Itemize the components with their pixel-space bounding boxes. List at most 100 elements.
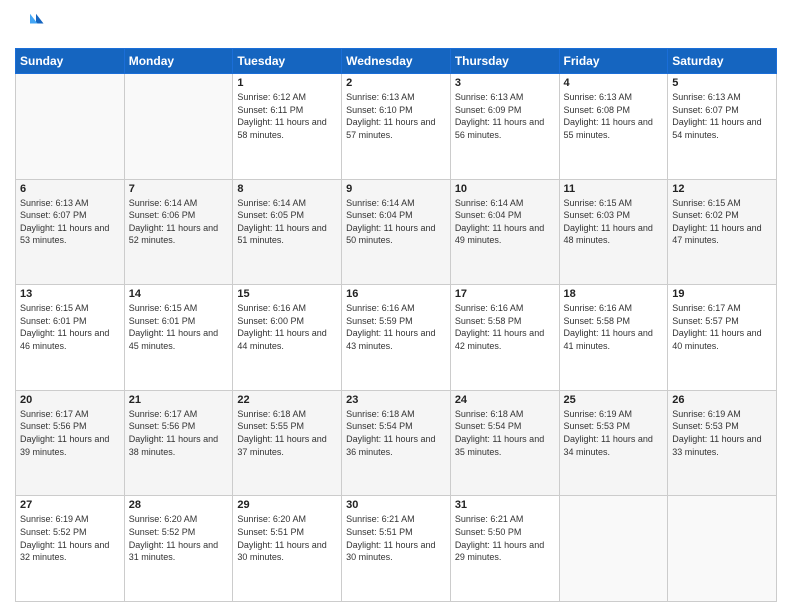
- day-info: Sunrise: 6:20 AM Sunset: 5:52 PM Dayligh…: [129, 513, 229, 563]
- calendar-cell: 28 Sunrise: 6:20 AM Sunset: 5:52 PM Dayli…: [124, 496, 233, 602]
- logo: [15, 10, 49, 40]
- calendar-cell: [124, 74, 233, 180]
- calendar-cell: 24 Sunrise: 6:18 AM Sunset: 5:54 PM Dayli…: [450, 390, 559, 496]
- day-info: Sunrise: 6:15 AM Sunset: 6:03 PM Dayligh…: [564, 197, 664, 247]
- page: SundayMondayTuesdayWednesdayThursdayFrid…: [0, 0, 792, 612]
- calendar-cell: 27Sunrise: 6:19 AM Sunset: 5:52 PM Dayli…: [16, 496, 125, 602]
- day-info: Sunrise: 6:17 AM Sunset: 5:57 PM Dayligh…: [672, 302, 772, 352]
- day-of-week-friday: Friday: [559, 49, 668, 74]
- day-number: 14: [129, 288, 229, 300]
- calendar-cell: 14 Sunrise: 6:15 AM Sunset: 6:01 PM Dayli…: [124, 285, 233, 391]
- calendar-cell: 12 Sunrise: 6:15 AM Sunset: 6:02 PM Dayli…: [668, 179, 777, 285]
- day-number: 6: [20, 183, 120, 195]
- calendar-cell: [668, 496, 777, 602]
- day-info: Sunrise: 6:15 AM Sunset: 6:02 PM Dayligh…: [672, 197, 772, 247]
- day-of-week-tuesday: Tuesday: [233, 49, 342, 74]
- calendar-cell: 2 Sunrise: 6:13 AM Sunset: 6:10 PM Daylig…: [342, 74, 451, 180]
- calendar-cell: [559, 496, 668, 602]
- week-row-3: 13 Sunrise: 6:15 AM Sunset: 6:01 PM Dayli…: [16, 285, 777, 391]
- day-info: Sunrise: 6:18 AM Sunset: 5:54 PM Dayligh…: [455, 408, 555, 458]
- day-info: Sunrise: 6:13 AM Sunset: 6:07 PM Dayligh…: [672, 91, 772, 141]
- calendar-cell: 6 Sunrise: 6:13 AM Sunset: 6:07 PM Daylig…: [16, 179, 125, 285]
- logo-icon: [15, 10, 45, 40]
- day-number: 13: [20, 288, 120, 300]
- day-info: Sunrise: 6:19 AM Sunset: 5:52 PM Dayligh…: [20, 513, 120, 563]
- day-info: Sunrise: 6:21 AM Sunset: 5:51 PM Dayligh…: [346, 513, 446, 563]
- calendar-cell: 26 Sunrise: 6:19 AM Sunset: 5:53 PM Dayli…: [668, 390, 777, 496]
- day-info: Sunrise: 6:15 AM Sunset: 6:01 PM Dayligh…: [20, 302, 120, 352]
- calendar-cell: 9 Sunrise: 6:14 AM Sunset: 6:04 PM Daylig…: [342, 179, 451, 285]
- calendar-cell: 25 Sunrise: 6:19 AM Sunset: 5:53 PM Dayli…: [559, 390, 668, 496]
- day-number: 28: [129, 499, 229, 511]
- day-info: Sunrise: 6:17 AM Sunset: 5:56 PM Dayligh…: [20, 408, 120, 458]
- day-info: Sunrise: 6:18 AM Sunset: 5:54 PM Dayligh…: [346, 408, 446, 458]
- calendar-cell: 10Sunrise: 6:14 AM Sunset: 6:04 PM Dayli…: [450, 179, 559, 285]
- calendar-header-row: SundayMondayTuesdayWednesdayThursdayFrid…: [16, 49, 777, 74]
- day-info: Sunrise: 6:15 AM Sunset: 6:01 PM Dayligh…: [129, 302, 229, 352]
- day-number: 18: [564, 288, 664, 300]
- calendar-cell: 31 Sunrise: 6:21 AM Sunset: 5:50 PM Dayli…: [450, 496, 559, 602]
- day-number: 30: [346, 499, 446, 511]
- day-number: 31: [455, 499, 555, 511]
- day-number: 25: [564, 394, 664, 406]
- week-row-2: 6 Sunrise: 6:13 AM Sunset: 6:07 PM Daylig…: [16, 179, 777, 285]
- day-info: Sunrise: 6:14 AM Sunset: 6:06 PM Dayligh…: [129, 197, 229, 247]
- day-number: 16: [346, 288, 446, 300]
- day-number: 24: [455, 394, 555, 406]
- day-of-week-wednesday: Wednesday: [342, 49, 451, 74]
- day-number: 15: [237, 288, 337, 300]
- calendar-cell: [16, 74, 125, 180]
- week-row-1: 1Sunrise: 6:12 AM Sunset: 6:11 PM Daylig…: [16, 74, 777, 180]
- day-info: Sunrise: 6:14 AM Sunset: 6:04 PM Dayligh…: [346, 197, 446, 247]
- week-row-4: 20 Sunrise: 6:17 AM Sunset: 5:56 PM Dayli…: [16, 390, 777, 496]
- day-number: 5: [672, 77, 772, 89]
- day-number: 3: [455, 77, 555, 89]
- day-info: Sunrise: 6:20 AM Sunset: 5:51 PM Dayligh…: [237, 513, 337, 563]
- day-info: Sunrise: 6:14 AM Sunset: 6:04 PM Dayligh…: [455, 197, 555, 247]
- day-number: 7: [129, 183, 229, 195]
- calendar-cell: 8 Sunrise: 6:14 AM Sunset: 6:05 PM Daylig…: [233, 179, 342, 285]
- day-number: 12: [672, 183, 772, 195]
- calendar-cell: 29 Sunrise: 6:20 AM Sunset: 5:51 PM Dayli…: [233, 496, 342, 602]
- day-number: 4: [564, 77, 664, 89]
- day-info: Sunrise: 6:19 AM Sunset: 5:53 PM Dayligh…: [564, 408, 664, 458]
- day-info: Sunrise: 6:13 AM Sunset: 6:08 PM Dayligh…: [564, 91, 664, 141]
- day-info: Sunrise: 6:16 AM Sunset: 5:59 PM Dayligh…: [346, 302, 446, 352]
- calendar-cell: 1Sunrise: 6:12 AM Sunset: 6:11 PM Daylig…: [233, 74, 342, 180]
- calendar-cell: 18 Sunrise: 6:16 AM Sunset: 5:58 PM Dayli…: [559, 285, 668, 391]
- day-number: 17: [455, 288, 555, 300]
- day-number: 9: [346, 183, 446, 195]
- calendar-cell: 17Sunrise: 6:16 AM Sunset: 5:58 PM Dayli…: [450, 285, 559, 391]
- day-number: 23: [346, 394, 446, 406]
- calendar-cell: 5 Sunrise: 6:13 AM Sunset: 6:07 PM Daylig…: [668, 74, 777, 180]
- day-number: 26: [672, 394, 772, 406]
- calendar-cell: 7 Sunrise: 6:14 AM Sunset: 6:06 PM Daylig…: [124, 179, 233, 285]
- day-of-week-saturday: Saturday: [668, 49, 777, 74]
- week-row-5: 27Sunrise: 6:19 AM Sunset: 5:52 PM Dayli…: [16, 496, 777, 602]
- day-number: 20: [20, 394, 120, 406]
- calendar-cell: 19Sunrise: 6:17 AM Sunset: 5:57 PM Dayli…: [668, 285, 777, 391]
- calendar-cell: 3Sunrise: 6:13 AM Sunset: 6:09 PM Daylig…: [450, 74, 559, 180]
- day-info: Sunrise: 6:14 AM Sunset: 6:05 PM Dayligh…: [237, 197, 337, 247]
- calendar-cell: 30 Sunrise: 6:21 AM Sunset: 5:51 PM Dayli…: [342, 496, 451, 602]
- day-info: Sunrise: 6:17 AM Sunset: 5:56 PM Dayligh…: [129, 408, 229, 458]
- day-info: Sunrise: 6:21 AM Sunset: 5:50 PM Dayligh…: [455, 513, 555, 563]
- day-info: Sunrise: 6:19 AM Sunset: 5:53 PM Dayligh…: [672, 408, 772, 458]
- calendar-cell: 20 Sunrise: 6:17 AM Sunset: 5:56 PM Dayli…: [16, 390, 125, 496]
- day-of-week-monday: Monday: [124, 49, 233, 74]
- calendar-cell: 15Sunrise: 6:16 AM Sunset: 6:00 PM Dayli…: [233, 285, 342, 391]
- day-number: 8: [237, 183, 337, 195]
- calendar-cell: 22Sunrise: 6:18 AM Sunset: 5:55 PM Dayli…: [233, 390, 342, 496]
- calendar-cell: 16 Sunrise: 6:16 AM Sunset: 5:59 PM Dayli…: [342, 285, 451, 391]
- calendar-cell: 11Sunrise: 6:15 AM Sunset: 6:03 PM Dayli…: [559, 179, 668, 285]
- calendar-cell: 23 Sunrise: 6:18 AM Sunset: 5:54 PM Dayli…: [342, 390, 451, 496]
- calendar-cell: 4 Sunrise: 6:13 AM Sunset: 6:08 PM Daylig…: [559, 74, 668, 180]
- day-number: 1: [237, 77, 337, 89]
- day-info: Sunrise: 6:13 AM Sunset: 6:07 PM Dayligh…: [20, 197, 120, 247]
- day-number: 29: [237, 499, 337, 511]
- day-info: Sunrise: 6:13 AM Sunset: 6:10 PM Dayligh…: [346, 91, 446, 141]
- day-info: Sunrise: 6:16 AM Sunset: 5:58 PM Dayligh…: [564, 302, 664, 352]
- day-number: 2: [346, 77, 446, 89]
- header: [15, 10, 777, 40]
- day-of-week-thursday: Thursday: [450, 49, 559, 74]
